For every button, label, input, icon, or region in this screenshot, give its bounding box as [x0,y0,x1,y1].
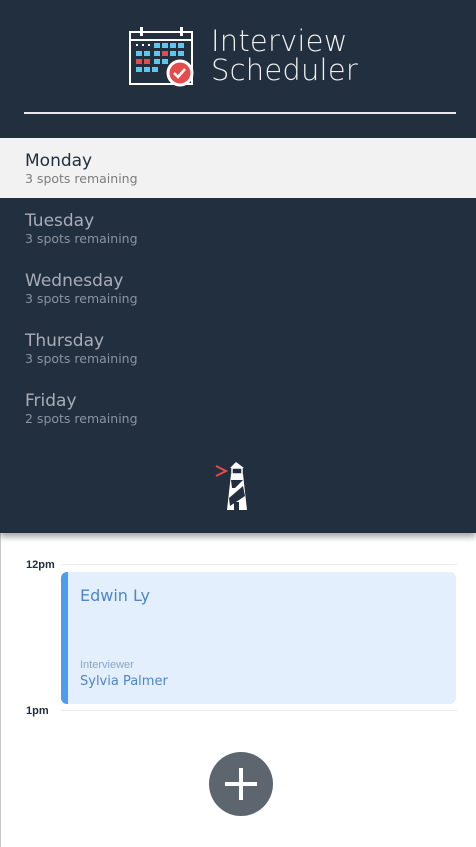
app-title-line1: Interview [211,24,348,58]
time-label-start: 12pm [26,559,55,571]
day-name: Friday [25,391,77,411]
day-name: Wednesday [25,271,124,291]
day-name: Monday [25,151,93,171]
day-item-monday[interactable]: Monday 3 spots remaining [0,138,476,198]
interviewer-label: Interviewer [80,659,134,671]
day-name: Thursday [25,331,105,351]
day-spots: 2 spots remaining [25,411,138,426]
day-spots: 3 spots remaining [25,291,138,306]
day-spots: 3 spots remaining [25,231,138,246]
sidebar-divider [24,112,456,114]
day-list: Monday 3 spots remaining Tuesday 3 spots… [0,138,476,438]
lighthouse-icon [215,462,247,510]
schedule-panel: 12pm Edwin Ly Interviewer Sylvia Palmer … [0,533,476,847]
day-name: Tuesday [25,211,95,231]
time-divider [61,710,457,711]
calendar-check-icon [129,27,194,87]
time-divider [61,564,457,565]
interviewer-name: Sylvia Palmer [80,674,168,689]
time-label-end: 1pm [26,705,49,717]
day-spots: 3 spots remaining [25,351,138,366]
day-spots: 3 spots remaining [25,171,138,186]
day-item-thursday[interactable]: Thursday 3 spots remaining [0,318,476,378]
student-name: Edwin Ly [80,586,150,605]
app-title-line2: Scheduler [211,53,358,87]
app-title: Interview Scheduler [211,27,358,85]
day-item-wednesday[interactable]: Wednesday 3 spots remaining [0,258,476,318]
appointment-card[interactable]: Edwin Ly Interviewer Sylvia Palmer [61,572,456,704]
day-item-tuesday[interactable]: Tuesday 3 spots remaining [0,198,476,258]
brand-header: Interview Scheduler [0,0,476,114]
sidebar: Interview Scheduler Monday 3 spots remai… [0,0,476,533]
day-item-friday[interactable]: Friday 2 spots remaining [0,378,476,438]
add-appointment-button[interactable] [209,752,273,816]
